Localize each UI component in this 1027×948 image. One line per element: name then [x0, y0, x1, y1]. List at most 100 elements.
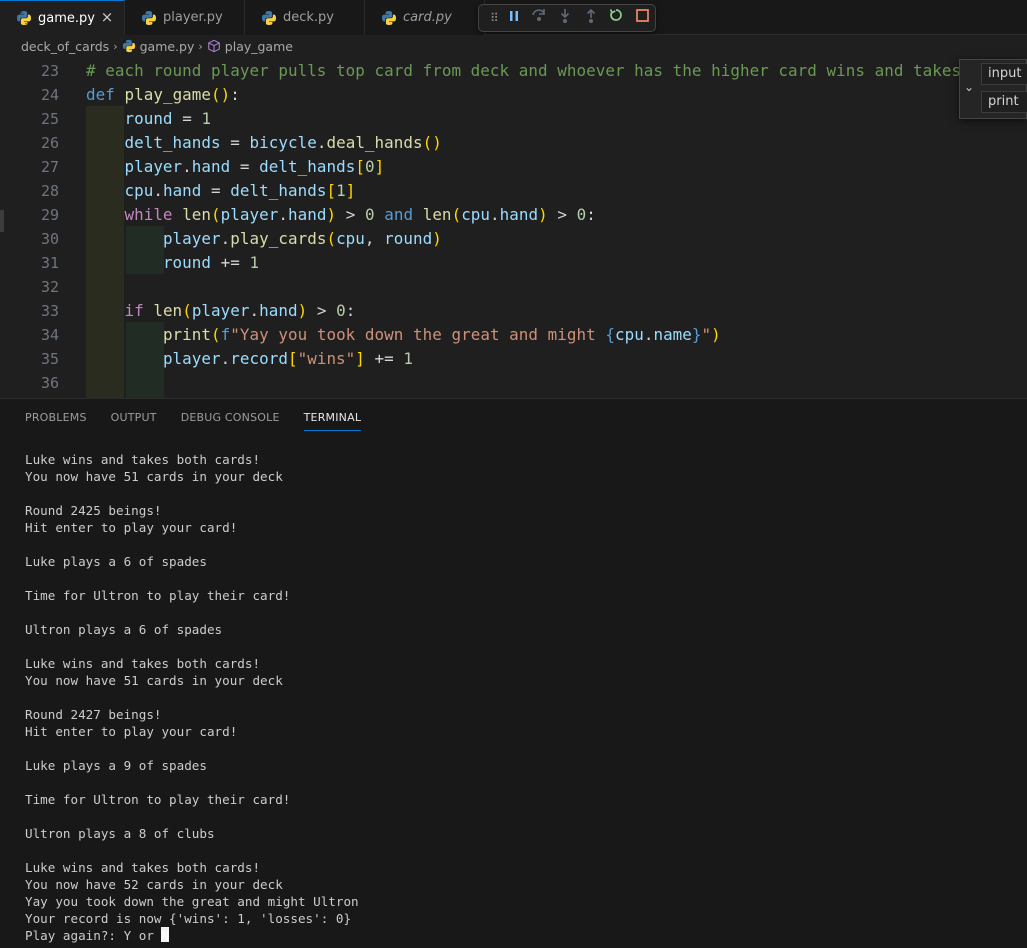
python-file-icon [382, 10, 396, 25]
terminal-output[interactable]: Luke wins and takes both cards! You now h… [25, 451, 1015, 944]
tab-label: card.py [403, 10, 452, 25]
line-number: 27 [40, 158, 59, 176]
code-line: 36 [0, 371, 1027, 395]
terminal-line: Yay you took down the great and might Ul… [25, 894, 359, 909]
code-text: def play_game(): [86, 85, 240, 104]
terminal-line: Ultron plays a 6 of spades [25, 622, 223, 637]
line-number: 32 [40, 278, 59, 296]
code-text: if len(player.hand) > 0: [124, 301, 356, 320]
code-line: 29 while len(player.hand) > 0 and len(cp… [0, 203, 1027, 227]
code-line: 34 print(f"Yay you took down the great a… [0, 323, 1027, 347]
gutter-marker [0, 210, 4, 232]
code-text: print(f"Yay you took down the great and … [162, 325, 721, 344]
chevron-right-icon: › [113, 39, 118, 53]
terminal-prompt: Play again?: Y or N [25, 928, 170, 943]
pause-icon[interactable] [501, 8, 527, 28]
python-file-icon [17, 11, 31, 25]
step-into-icon[interactable] [552, 8, 578, 28]
code-text: cpu.hand = delt_hands[1] [124, 181, 356, 200]
line-number: 34 [40, 326, 59, 344]
terminal-line: Luke wins and takes both cards! [25, 656, 261, 671]
method-cube-icon [208, 39, 220, 53]
terminal-line: Round 2427 beings! [25, 707, 162, 722]
line-number: 23 [40, 62, 59, 80]
tab-terminal[interactable]: TERMINAL [303, 409, 362, 431]
tab-label: player.py [163, 10, 223, 25]
line-number: 35 [40, 350, 59, 368]
code-line: 24 def play_game(): [0, 83, 1027, 107]
terminal-line: Your record is now {'wins': 1, 'losses':… [25, 911, 352, 926]
terminal-line: Hit enter to play your card! [25, 520, 238, 535]
code-text: # each round player pulls top card from … [86, 61, 1010, 80]
chevron-down-icon[interactable]: ⌄ [964, 80, 974, 94]
code-line: 30 player.play_cards(cpu, round) [0, 227, 1027, 251]
panel-tabs: PROBLEMS OUTPUT DEBUG CONSOLE TERMINAL [25, 409, 385, 431]
suggest-item-print[interactable]: print [981, 91, 1027, 113]
line-number: 25 [40, 110, 59, 128]
breadcrumb-symbol[interactable]: play_game [225, 39, 293, 54]
breadcrumb-folder[interactable]: deck_of_cards [21, 39, 109, 54]
tab-problems[interactable]: PROBLEMS [25, 409, 87, 431]
terminal-line: Luke wins and takes both cards! [25, 452, 261, 467]
tab-deck-py[interactable]: deck.py [245, 0, 365, 35]
python-file-icon [122, 39, 135, 53]
tab-card-py[interactable]: card.py [365, 0, 485, 35]
code-line: 25 round = 1 [0, 107, 1027, 131]
line-number: 24 [40, 86, 59, 104]
code-text: while len(player.hand) > 0 and len(cpu.h… [124, 205, 596, 224]
terminal-line: Luke wins and takes both cards! [25, 860, 261, 875]
line-number: 33 [40, 302, 59, 320]
tab-debug-console[interactable]: DEBUG CONSOLE [181, 409, 280, 431]
terminal-line: Time for Ultron to play their card! [25, 792, 291, 807]
line-number: 30 [40, 230, 59, 248]
line-number: 28 [40, 182, 59, 200]
tab-game-py[interactable]: game.py × [0, 0, 125, 35]
code-line: 27 player.hand = delt_hands[0] [0, 155, 1027, 179]
line-number: 26 [40, 134, 59, 152]
code-text: round += 1 [162, 253, 260, 272]
tab-output[interactable]: OUTPUT [111, 409, 157, 431]
code-editor[interactable]: 23 # each round player pulls top card fr… [0, 59, 1027, 398]
python-file-icon [262, 10, 276, 25]
code-line: 31 round += 1 [0, 251, 1027, 275]
step-over-icon[interactable] [527, 8, 553, 28]
terminal-line: You now have 51 cards in your deck [25, 673, 283, 688]
stop-icon[interactable] [629, 8, 655, 28]
breadcrumb-file[interactable]: game.py [140, 39, 195, 54]
restart-icon[interactable] [604, 8, 630, 28]
suggest-widget: ⌄ input print [959, 59, 1027, 119]
terminal-line: Luke plays a 6 of spades [25, 554, 207, 569]
terminal-line: Time for Ultron to play their card! [25, 588, 291, 603]
code-text: round = 1 [124, 109, 212, 128]
python-file-icon [142, 10, 156, 25]
terminal-line: You now have 52 cards in your deck [25, 877, 283, 892]
breadcrumb: deck_of_cards › game.py › play_game [0, 35, 1027, 57]
close-icon[interactable]: × [100, 10, 114, 25]
terminal-prompt-line[interactable]: Play again?: Y or N [25, 927, 1015, 944]
chevron-right-icon: › [198, 39, 203, 53]
line-number: 31 [40, 254, 59, 272]
tab-label: deck.py [283, 10, 335, 25]
debug-toolbar: ⠿ [478, 4, 656, 32]
terminal-line: Luke plays a 9 of spades [25, 758, 207, 773]
terminal-line: Ultron plays a 8 of clubs [25, 826, 215, 841]
code-line: 33 if len(player.hand) > 0: [0, 299, 1027, 323]
terminal-line: Hit enter to play your card! [25, 724, 238, 739]
tab-label: game.py [38, 10, 95, 26]
step-out-icon[interactable] [578, 8, 604, 28]
tab-player-py[interactable]: player.py [125, 0, 245, 35]
suggest-item-input[interactable]: input [981, 63, 1027, 85]
terminal-line: You now have 51 cards in your deck [25, 469, 283, 484]
grip-icon[interactable]: ⠿ [487, 8, 501, 28]
terminal-line: Round 2425 beings! [25, 503, 162, 518]
code-line: 32 [0, 275, 1027, 299]
code-text: delt_hands = bicycle.deal_hands() [124, 133, 442, 152]
